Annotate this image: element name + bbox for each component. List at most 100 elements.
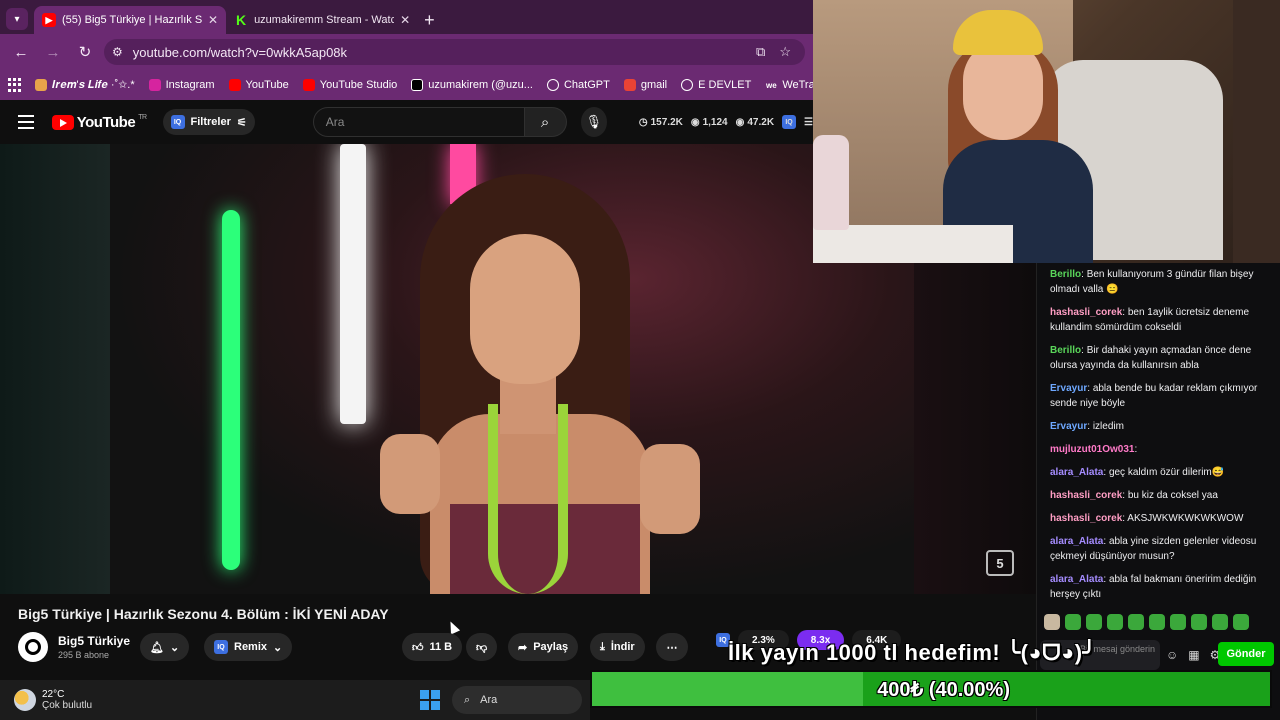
emote-icon[interactable] xyxy=(1149,614,1165,630)
bookmark-e-devlet[interactable]: E DEVLET xyxy=(681,79,751,91)
site-info-icon[interactable]: ⚙ xyxy=(112,45,123,59)
donation-goal-bar: 400₺ (40.00%) xyxy=(590,670,1272,708)
chat-username[interactable]: alara_Alata xyxy=(1050,467,1103,478)
share-button[interactable]: ➦ Paylaş xyxy=(508,633,579,661)
instagram-icon xyxy=(148,79,161,91)
bookmark-irems-life[interactable]: 𝑰𝒓𝒆𝒎'𝒔 𝑳𝒊𝒇𝒆 ·˚✩.* xyxy=(35,79,135,92)
notifications-button[interactable]: 🔔︎ ⌄ xyxy=(140,633,190,661)
search-input[interactable]: Ara xyxy=(312,107,525,137)
bookmark-youtube[interactable]: YouTube xyxy=(228,79,289,91)
new-tab-button[interactable]: + xyxy=(424,6,435,34)
emoji-icon[interactable]: ☺ xyxy=(1166,648,1178,662)
bookmark-star-icon[interactable]: ☆ xyxy=(779,44,791,60)
bookmark-label: gmail xyxy=(640,79,668,91)
share-arrow-icon: ➦ xyxy=(518,641,528,654)
like-count: 11 B xyxy=(429,641,453,653)
emote-icon[interactable] xyxy=(1170,614,1186,630)
cast-icon[interactable]: ⧉ xyxy=(756,44,765,60)
forward-arrow-icon[interactable]: → xyxy=(40,39,66,65)
voice-search-mic-icon[interactable]: 🎙 xyxy=(580,107,607,137)
dislike-button[interactable]: 👎︎ xyxy=(466,633,498,661)
emote-icon[interactable] xyxy=(1128,614,1144,630)
views-stat: ◷ 157.2K xyxy=(639,117,683,128)
chat-message: Ervayur: izledim xyxy=(1050,421,1124,432)
thumbs-down-icon: 👎︎ xyxy=(476,641,488,654)
chat-username[interactable]: Ervayur xyxy=(1050,421,1087,432)
emote-icon[interactable] xyxy=(1212,614,1228,630)
emote-icon[interactable] xyxy=(1233,614,1249,630)
address-bar[interactable]: ⚙ youtube.com/watch?v=0wkkA5ap08k ⧉ ☆ xyxy=(104,39,805,65)
tab-kick[interactable]: K uzumakiremm Stream - Watch ✕ xyxy=(226,6,418,34)
tab-search-chevron-icon[interactable]: ▾ xyxy=(6,8,28,30)
youtube-logo[interactable]: YouTube TR xyxy=(51,113,147,131)
store-icon[interactable]: ▦ xyxy=(1188,648,1199,662)
clock-icon: ◷ xyxy=(638,116,648,128)
emote-icon[interactable] xyxy=(1086,614,1102,630)
channel-watermark-logo: 5 xyxy=(986,550,1014,576)
chat-username[interactable]: Ervayur xyxy=(1050,383,1087,394)
chat-username[interactable]: mujluzut01Ow031 xyxy=(1050,444,1134,455)
chat-username[interactable]: hashasli_corek xyxy=(1050,513,1122,524)
tab-youtube[interactable]: ▶ (55) Big5 Türkiye | Hazırlık Sezo ✕ xyxy=(34,6,227,34)
logo-text: YouTube xyxy=(76,113,136,131)
bookmark-chatgpt[interactable]: ChatGPT xyxy=(546,79,610,91)
more-options-button[interactable]: ⋯ xyxy=(656,633,688,661)
filters-button[interactable]: IQ Filtreler ⚟ xyxy=(162,109,255,135)
search-button[interactable]: ⌕ xyxy=(524,107,567,137)
shelf xyxy=(1233,0,1280,263)
emote-icon[interactable] xyxy=(1065,614,1081,630)
iq-extension-icon[interactable]: IQ xyxy=(782,115,797,129)
video-letterbox-left xyxy=(0,144,110,594)
search-icon: ⌕ xyxy=(540,113,550,131)
weather-widget[interactable]: 22°C Çok bulutlu xyxy=(0,689,420,711)
bookmark-wetransfer[interactable]: we WeTransfe xyxy=(765,79,813,91)
chevron-down-icon: ⌄ xyxy=(169,641,180,654)
chat-username[interactable]: alara_Alata xyxy=(1050,536,1103,547)
goal-headline: İlk yayın 1000 tl hedefim! ╰(◕ᗜ◕)╯ xyxy=(728,640,1097,665)
filters-label: Filtreler xyxy=(190,116,231,128)
like-button[interactable]: 👍︎ 11 B xyxy=(402,633,463,661)
emote-icon[interactable] xyxy=(1107,614,1123,630)
avatar[interactable] xyxy=(18,632,48,662)
close-icon[interactable]: ✕ xyxy=(208,13,218,27)
iq-stats-bar: ◷ 157.2K ◉ 1,124 ◉ 47.2K IQ ☰ xyxy=(639,115,813,129)
reload-icon[interactable]: ↻ xyxy=(72,39,98,65)
emote-icon[interactable] xyxy=(1044,614,1060,630)
list-icon[interactable]: ☰ xyxy=(804,117,813,128)
taskbar-search[interactable]: ⌕ Ara xyxy=(452,686,582,714)
close-icon[interactable]: ✕ xyxy=(400,13,410,27)
chat-input-icons: ☺ ▦ ⚙ xyxy=(1166,648,1220,662)
thumbs-up-hand xyxy=(380,434,440,514)
channel-name[interactable]: Big5 Türkiye xyxy=(58,634,130,648)
iq-extension-icon: IQ xyxy=(170,115,185,129)
subscriber-count: 295 B abone xyxy=(58,650,110,660)
chat-username[interactable]: hashasli_corek xyxy=(1050,307,1122,318)
more-dots-icon: ⋯ xyxy=(666,641,678,654)
chat-username[interactable]: hashasli_corek xyxy=(1050,490,1122,501)
youtube-header: YouTube TR IQ Filtreler ⚟ Ara ⌕ 🎙 ◷ 157.2… xyxy=(0,100,813,144)
share-label: Paylaş xyxy=(533,641,569,653)
download-button[interactable]: ⤓ İndir xyxy=(590,633,645,661)
hamburger-menu-icon[interactable] xyxy=(18,115,34,129)
bookmark-tiktok[interactable]: uzumakirem (@uzu... xyxy=(411,79,533,91)
bookmark-youtube-studio[interactable]: YouTube Studio xyxy=(302,79,397,91)
back-arrow-icon[interactable]: ← xyxy=(8,39,34,65)
chat-username[interactable]: alara_Alata xyxy=(1050,574,1103,585)
apps-grid-icon[interactable] xyxy=(8,78,21,92)
thumbs-up-hand xyxy=(640,444,700,534)
browser-tab-bar: ▾ ▶ (55) Big5 Türkiye | Hazırlık Sezo ✕ … xyxy=(0,0,813,34)
region-code: TR xyxy=(138,113,147,121)
youtube-play-icon xyxy=(51,114,74,130)
emote-icon[interactable] xyxy=(1191,614,1207,630)
views-value: 157.2K xyxy=(650,116,683,128)
emote-bar xyxy=(1044,614,1249,630)
send-button[interactable]: Gönder xyxy=(1218,642,1274,666)
bookmark-instagram[interactable]: Instagram xyxy=(148,79,215,91)
chat-username[interactable]: Berillo xyxy=(1050,345,1081,356)
lanyard xyxy=(488,404,568,594)
remix-button[interactable]: IQ Remix ⌄ xyxy=(204,633,293,661)
search-placeholder: Ara xyxy=(325,115,345,129)
bookmark-gmail[interactable]: gmail xyxy=(623,79,668,91)
windows-start-icon[interactable] xyxy=(420,690,440,710)
chat-username[interactable]: Berillo xyxy=(1050,269,1081,280)
